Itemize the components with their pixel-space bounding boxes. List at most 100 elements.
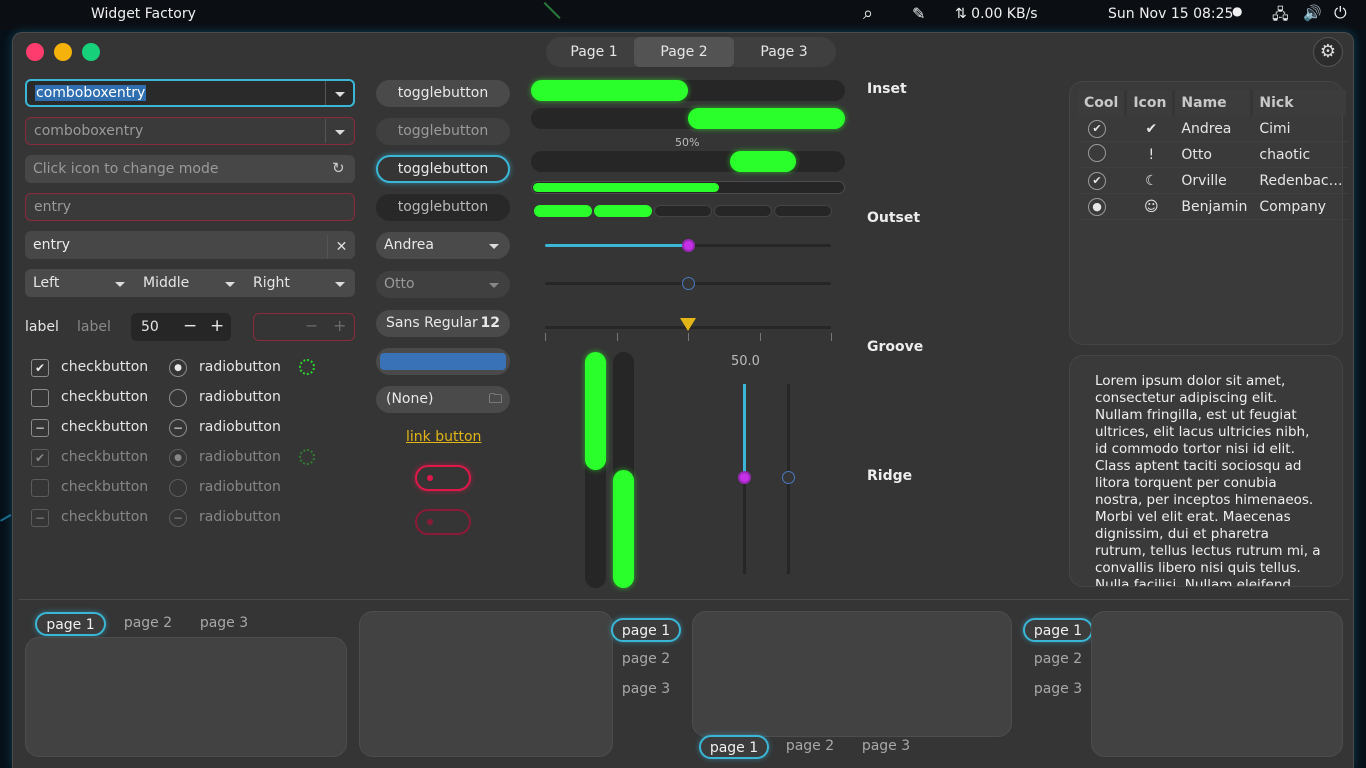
togglebutton-4[interactable]: togglebutton xyxy=(376,194,510,221)
color-picker-icon[interactable]: ✎ xyxy=(912,4,925,23)
refresh-icon[interactable]: ↻ xyxy=(332,159,345,177)
cell-nick[interactable]: Redenbac… xyxy=(1253,168,1349,194)
search-icon[interactable]: ⌕ xyxy=(863,3,873,24)
checkbox-checked[interactable]: ✔ xyxy=(31,359,49,377)
togglebutton-3[interactable]: togglebutton xyxy=(376,155,510,183)
check-icon[interactable] xyxy=(1088,143,1106,162)
combobox-entry-error[interactable]: comboboxentry xyxy=(25,117,355,145)
check-icon[interactable]: ✔ xyxy=(1088,119,1106,138)
column-icon[interactable]: Icon xyxy=(1127,90,1176,116)
chevron-down-icon[interactable] xyxy=(115,282,125,287)
close-button[interactable] xyxy=(26,43,44,61)
app-name[interactable]: Widget Factory xyxy=(91,6,196,22)
tab-page-2[interactable]: Page 2 xyxy=(634,37,734,67)
maximize-button[interactable] xyxy=(82,43,100,61)
combobox-entry-focused[interactable]: comboboxentry xyxy=(25,79,355,107)
cell-name[interactable]: Andrea xyxy=(1175,116,1254,142)
check-icon[interactable]: ✔ xyxy=(1088,171,1106,190)
tab-page-3[interactable]: Page 3 xyxy=(734,37,834,67)
link-button[interactable]: link button xyxy=(406,429,481,445)
cell-name[interactable]: Benjamin xyxy=(1175,194,1254,220)
gear-icon[interactable]: ⚙ xyxy=(1313,37,1343,67)
table-row[interactable]: ! Otto chaotic xyxy=(1078,142,1349,168)
font-button[interactable]: Sans Regular 12 xyxy=(376,310,510,337)
chevron-down-icon[interactable] xyxy=(335,130,345,135)
plus-icon[interactable]: + xyxy=(210,316,224,336)
chevron-down-icon[interactable] xyxy=(225,282,235,287)
mode-entry[interactable]: Click icon to change mode xyxy=(25,155,355,183)
chevron-down-icon[interactable] xyxy=(489,244,499,249)
segment-right[interactable]: Right xyxy=(253,275,290,291)
level-segment xyxy=(534,205,592,217)
togglebutton-1[interactable]: togglebutton xyxy=(376,80,510,107)
power-icon[interactable]: ⏻ xyxy=(1334,3,1347,23)
file-chooser-button[interactable]: (None) 🗀 xyxy=(376,386,510,413)
hslider-2-knob xyxy=(682,277,695,290)
nb2-tab-1[interactable]: page 1 xyxy=(611,618,681,642)
nb1-tab-1[interactable]: page 1 xyxy=(35,612,106,636)
top-panel: Widget Factory ⌕ ✎ ⇅ 0.00 KB/s Sun Nov 1… xyxy=(0,0,1366,30)
radio-selected: ● xyxy=(169,449,187,467)
nb4-tab-3[interactable]: page 3 xyxy=(1023,678,1093,702)
radio-mixed[interactable]: − xyxy=(169,419,187,437)
togglebutton-2[interactable]: togglebutton xyxy=(376,118,510,145)
nb3-tab-1[interactable]: page 1 xyxy=(699,735,769,759)
table-row[interactable]: ✔ ☾ Orville Redenbac… xyxy=(1078,168,1349,194)
minus-icon[interactable]: − xyxy=(183,316,197,336)
chevron-down-icon[interactable] xyxy=(335,92,345,97)
segment-left[interactable]: Left xyxy=(33,275,59,291)
switch-off[interactable] xyxy=(415,465,471,491)
radio-icon[interactable]: ● xyxy=(1088,197,1106,216)
chevron-down-icon[interactable] xyxy=(489,283,499,288)
slider-tick xyxy=(545,333,546,341)
nb3-tab-3[interactable]: page 3 xyxy=(851,735,921,759)
cool-toggle[interactable]: ✔ xyxy=(1078,168,1128,194)
segment-middle[interactable]: Middle xyxy=(143,275,189,291)
nb4-tab-2[interactable]: page 2 xyxy=(1023,648,1093,672)
nb2-page xyxy=(359,611,613,757)
checkbox-unchecked[interactable] xyxy=(31,389,49,407)
table-row[interactable]: ✔ ✔ Andrea Cimi xyxy=(1078,116,1349,142)
minimize-button[interactable] xyxy=(54,43,72,61)
textview[interactable]: Lorem ipsum dolor sit amet, consectetur … xyxy=(1095,373,1323,586)
spin-value[interactable]: 50 xyxy=(141,319,159,335)
cell-nick[interactable]: chaotic xyxy=(1253,142,1349,168)
entry-with-clear[interactable]: entry xyxy=(25,231,355,259)
network-icon[interactable]: 🖧 xyxy=(1272,4,1289,29)
chevron-down-icon[interactable] xyxy=(335,282,345,287)
vscale-1-knob[interactable] xyxy=(738,471,751,484)
treeview[interactable]: Cool Icon Name Nick ✔ ✔ Andrea Cimi! Otto cha… xyxy=(1078,90,1349,220)
checkbox-mixed[interactable]: − xyxy=(31,419,49,437)
cell-name[interactable]: Orville xyxy=(1175,168,1254,194)
nb4-tab-1[interactable]: page 1 xyxy=(1023,618,1093,642)
nb2-tab-2[interactable]: page 2 xyxy=(611,648,681,672)
cell-name[interactable]: Otto xyxy=(1175,142,1254,168)
table-row[interactable]: ● ☺ Benjamin Company xyxy=(1078,194,1349,220)
cell-nick[interactable]: Cimi xyxy=(1253,116,1349,142)
cell-nick[interactable]: Company xyxy=(1253,194,1349,220)
cool-toggle[interactable]: ● xyxy=(1078,194,1128,220)
nb3-tab-2[interactable]: page 2 xyxy=(775,735,845,759)
nb2-tab-3[interactable]: page 3 xyxy=(611,678,681,702)
plus-icon: + xyxy=(333,316,347,335)
nb1-tab-3[interactable]: page 3 xyxy=(189,612,259,636)
nb1-tab-2[interactable]: page 2 xyxy=(113,612,183,636)
network-speed[interactable]: ⇅ 0.00 KB/s xyxy=(955,6,1038,22)
hslider-3-marker[interactable] xyxy=(680,318,696,331)
combobox-entry-value: comboboxentry xyxy=(35,85,147,101)
radio-unselected[interactable] xyxy=(169,389,187,407)
tab-page-1[interactable]: Page 1 xyxy=(546,37,642,67)
cool-toggle[interactable] xyxy=(1078,142,1128,168)
column-cool[interactable]: Cool xyxy=(1078,90,1128,116)
progressbar-activity-fill xyxy=(730,151,796,172)
volume-icon[interactable]: 🔊 xyxy=(1303,4,1322,22)
column-nick[interactable]: Nick xyxy=(1253,90,1349,116)
entry-error[interactable]: entry xyxy=(25,193,355,221)
color-button[interactable] xyxy=(376,348,510,375)
radio-selected[interactable]: ● xyxy=(169,359,187,377)
clock[interactable]: Sun Nov 15 08:25 xyxy=(1108,6,1233,22)
clear-icon[interactable]: ✕ xyxy=(327,235,355,259)
cool-toggle[interactable]: ✔ xyxy=(1078,116,1128,142)
hslider-1-knob[interactable] xyxy=(682,239,695,252)
column-name[interactable]: Name xyxy=(1175,90,1254,116)
